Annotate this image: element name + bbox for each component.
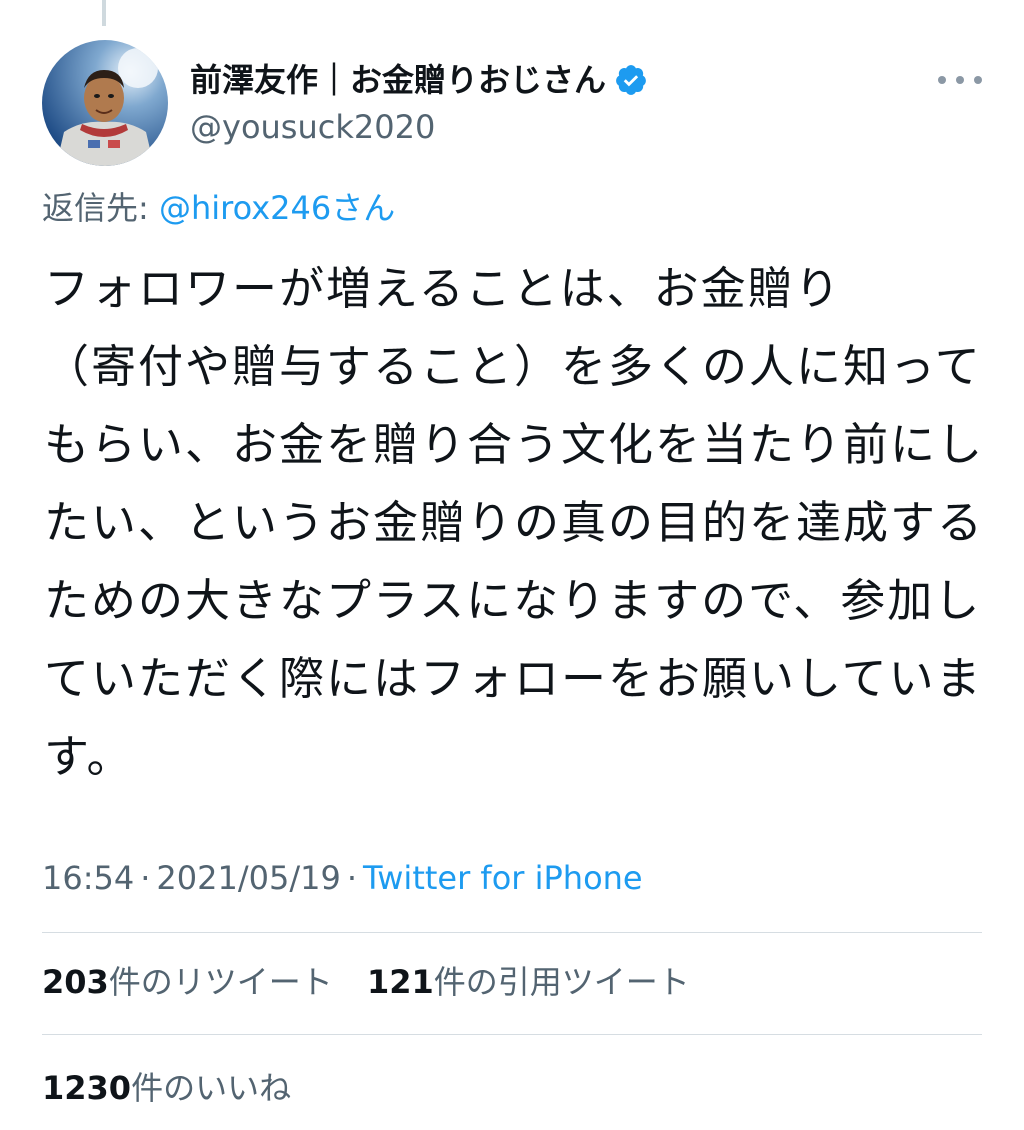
tweet-source-link[interactable]: Twitter for iPhone (363, 859, 643, 897)
tweet-metadata: 16:54 · 2021/05/19 · Twitter for iPhone (42, 856, 643, 900)
thread-connector-line (102, 0, 106, 26)
author-handle[interactable]: @yousuck2020 (190, 106, 435, 148)
tweet-date[interactable]: 2021/05/19 (156, 859, 340, 897)
tweet-time[interactable]: 16:54 (42, 859, 134, 897)
display-name-text: 前澤友作｜お金贈りおじさん (190, 61, 607, 99)
likes-stats: 1230件のいいね (42, 1066, 291, 1110)
like-count: 1230 (42, 1069, 132, 1107)
more-dot (938, 76, 946, 84)
like-label: 件のいいね (131, 1069, 292, 1107)
reply-to-line: 返信先: @hirox246さん (42, 186, 395, 230)
retweet-label: 件のリツイート (108, 963, 333, 1001)
meta-separator: · (140, 859, 151, 897)
likes-stat[interactable]: 1230件のいいね (42, 1066, 291, 1110)
quote-count: 121 (366, 963, 434, 1001)
more-dot (956, 76, 964, 84)
reply-to-prefix: 返信先: (42, 189, 149, 227)
verified-badge-icon (614, 63, 648, 97)
reply-to-mention-link[interactable]: @hirox246さん (159, 189, 395, 227)
retweet-quote-stats: 203件のリツイート 121件の引用ツイート (42, 960, 690, 1004)
more-dot (974, 76, 982, 84)
author-avatar[interactable] (42, 40, 168, 166)
divider (42, 932, 982, 933)
more-options-icon[interactable] (938, 64, 982, 96)
divider (42, 1034, 982, 1035)
meta-separator: · (346, 859, 357, 897)
author-display-name[interactable]: 前澤友作｜お金贈りおじさん (190, 58, 648, 102)
quotes-stat[interactable]: 121件の引用ツイート (367, 960, 690, 1004)
tweet-text: フォロワーが増えることは、お金贈り （寄付や贈与すること）を多くの人に知ってもら… (44, 262, 985, 783)
quote-label: 件の引用ツイート (433, 963, 690, 1001)
retweet-count: 203 (42, 963, 109, 1001)
retweets-stat[interactable]: 203件のリツイート (42, 960, 333, 1004)
